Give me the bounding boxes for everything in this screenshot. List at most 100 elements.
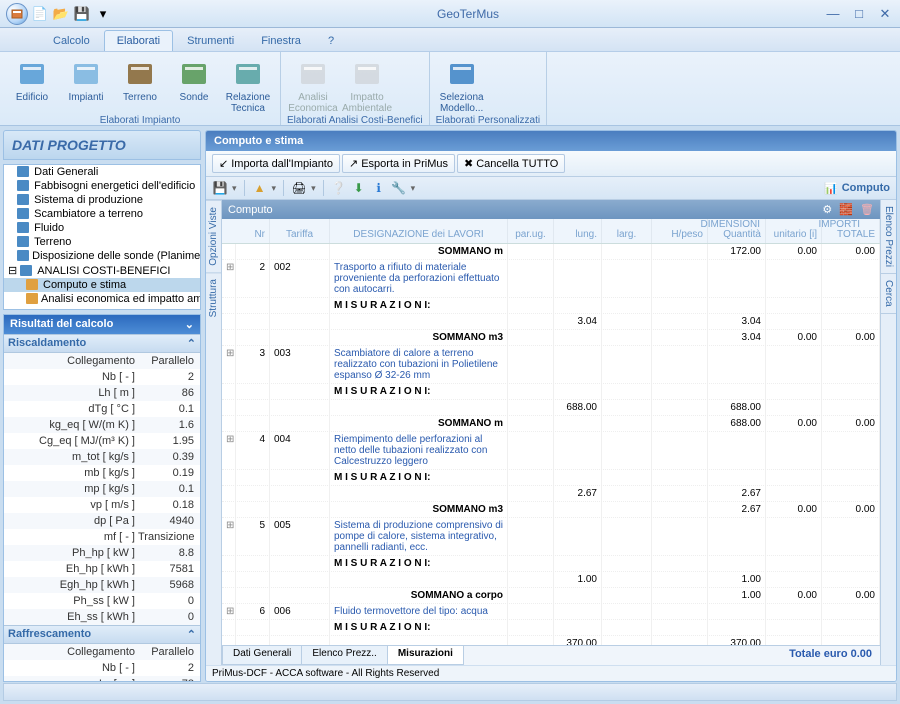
grid-body[interactable]: SOMMANO m172.000.000.00⊞2002Trasporto a … [222, 244, 880, 645]
check-icon[interactable]: ⬇ [351, 180, 367, 196]
quick-access-toolbar: 📄 📂 💾 ▾ [6, 3, 112, 25]
results-row: Nb [ - ]2 [4, 660, 200, 676]
bottom-tab[interactable]: Elenco Prezz.. [301, 646, 387, 665]
ribbon-button[interactable]: Relazione Tecnica [222, 54, 274, 115]
results-row: Eh_ss [ kWh ]0 [4, 609, 200, 625]
bottom-tab[interactable]: Misurazioni [387, 646, 464, 665]
side-tab[interactable]: Opzioni Viste [206, 200, 221, 272]
grid-row[interactable]: SOMMANO m688.000.000.00 [222, 416, 880, 432]
sheet-header: Computo ⚙ 🧱 🗑 [222, 200, 880, 219]
ribbon-tab[interactable]: ? [315, 30, 347, 51]
grid-row[interactable]: M I S U R A Z I O N I: [222, 470, 880, 486]
results-row: Eh_hp [ kWh ]7581 [4, 561, 200, 577]
results-section-header[interactable]: Riscaldamento⌃ [4, 334, 200, 353]
qat-dropdown-icon[interactable]: ▾ [94, 5, 112, 23]
app-orb[interactable] [6, 3, 28, 25]
grid-row[interactable]: 2.672.67 [222, 486, 880, 502]
sheet-tree-icon[interactable]: 🧱 [839, 204, 853, 216]
ribbon-tab[interactable]: Strumenti [174, 30, 247, 51]
project-tree[interactable]: Dati Generali Fabbisogni energetici dell… [3, 164, 201, 310]
results-row: m_tot [ kg/s ]0.39 [4, 449, 200, 465]
qat-new-icon[interactable]: 📄 [31, 5, 49, 23]
grid-row[interactable]: ⊞2002Trasporto a rifiuto di materiale pr… [222, 260, 880, 298]
toolbar-button[interactable]: ✖Cancella TUTTO [457, 154, 565, 173]
results-row: Nb [ - ]2 [4, 369, 200, 385]
results-collapse-icon[interactable]: ⌄ [185, 318, 194, 331]
qat-save-icon[interactable]: 💾 [73, 5, 91, 23]
sheet-delete-icon[interactable]: 🗑 [860, 204, 874, 216]
chart-icon: 📊 [824, 182, 838, 195]
results-row: dp [ Pa ]4940 [4, 513, 200, 529]
grid-row[interactable]: ⊞5005Sistema di produzione comprensivo d… [222, 518, 880, 556]
ribbon-tabs: CalcoloElaboratiStrumentiFinestra? [0, 28, 900, 52]
section-collapse-icon[interactable]: ⌃ [187, 337, 196, 350]
tree-node[interactable]: Disposizione delle sonde (Planimetria) [4, 249, 200, 263]
grid-row[interactable]: 688.00688.00 [222, 400, 880, 416]
grid-row[interactable]: M I S U R A Z I O N I: [222, 298, 880, 314]
minimize-button[interactable]: — [824, 6, 842, 22]
side-tab[interactable]: Elenco Prezzi [881, 200, 896, 274]
ribbon-tab[interactable]: Calcolo [40, 30, 103, 51]
toolbar-button[interactable]: ↗Esporta in PriMus [342, 154, 455, 173]
toolbar-button[interactable]: ↙Importa dall'Impianto [212, 154, 340, 173]
grid-row[interactable]: 3.043.04 [222, 314, 880, 330]
section-collapse-icon[interactable]: ⌃ [187, 628, 196, 641]
bottom-tab[interactable]: Dati Generali [222, 646, 302, 665]
grid-row[interactable]: SOMMANO m33.040.000.00 [222, 330, 880, 346]
side-tab[interactable]: Cerca [881, 274, 896, 314]
results-grid[interactable]: Riscaldamento⌃CollegamentoParalleloNb [ … [4, 334, 200, 681]
results-section-header[interactable]: Raffrescamento⌃ [4, 625, 200, 644]
ribbon-button: Analisi Economica [287, 54, 339, 115]
grid-row[interactable]: 1.001.00 [222, 572, 880, 588]
tool-icon[interactable]: 🔧 [391, 180, 407, 196]
tree-node[interactable]: Sistema di produzione [4, 193, 200, 207]
grid-row[interactable]: 370.00370.00 [222, 636, 880, 645]
tree-node[interactable]: Analisi economica ed impatto ambientale [4, 292, 200, 306]
ribbon-button[interactable]: Edificio [6, 54, 58, 115]
grid-row[interactable]: M I S U R A Z I O N I: [222, 556, 880, 572]
grid-row[interactable]: M I S U R A Z I O N I: [222, 384, 880, 400]
tree-node[interactable]: Scambiatore a terreno [4, 207, 200, 221]
tree-node[interactable]: Fluido [4, 221, 200, 235]
main-area: DATI PROGETTO Dati Generali Fabbisogni e… [3, 130, 897, 682]
grid-row[interactable]: M I S U R A Z I O N I: [222, 620, 880, 636]
grid-row[interactable]: SOMMANO m172.000.000.00 [222, 244, 880, 260]
results-row: Lc [ m ]78 [4, 676, 200, 681]
warning-icon[interactable]: ▲ [252, 180, 268, 196]
grid-row[interactable]: ⊞6006Fluido termovettore del tipo: acqua [222, 604, 880, 620]
ribbon-button[interactable]: Sonde [168, 54, 220, 115]
results-row: Ph_ss [ kW ]0 [4, 593, 200, 609]
print-icon[interactable]: 🖨 [291, 180, 307, 196]
info-icon[interactable]: ℹ [371, 180, 387, 196]
ribbon-button: Impatto Ambientale [341, 54, 393, 115]
tree-node[interactable]: Dati Generali [4, 165, 200, 179]
ribbon-tab[interactable]: Elaborati [104, 30, 173, 51]
icon-toolbar: 💾▾ ▲▾ 🖨▾ ❔ ⬇ ℹ 🔧▾ 📊 Computo [206, 177, 896, 200]
results-row: CollegamentoParallelo [4, 353, 200, 369]
ribbon-button[interactable]: Seleziona Modello... [436, 54, 488, 115]
sheet-right-tabs: Elenco PrezziCerca [880, 200, 896, 665]
grid-row[interactable]: SOMMANO m32.670.000.00 [222, 502, 880, 518]
panel-title: Computo e stima [206, 131, 896, 151]
maximize-button[interactable]: □ [850, 6, 868, 22]
sheet-gear-icon[interactable]: ⚙ [822, 204, 832, 216]
results-row: mp [ kg/s ]0.1 [4, 481, 200, 497]
tree-node[interactable]: ⊟ ANALISI COSTI-BENEFICI [4, 263, 200, 278]
ribbon-tab[interactable]: Finestra [248, 30, 314, 51]
qat-open-icon[interactable]: 📂 [52, 5, 70, 23]
side-tab[interactable]: Struttura [206, 272, 221, 323]
ribbon-button[interactable]: Terreno [114, 54, 166, 115]
help-icon[interactable]: ❔ [331, 180, 347, 196]
window-title: GeoTerMus [112, 7, 824, 21]
tree-node[interactable]: Fabbisogni energetici dell'edificio [4, 179, 200, 193]
save-icon[interactable]: 💾 [212, 180, 228, 196]
grid-row[interactable]: SOMMANO a corpo1.000.000.00 [222, 588, 880, 604]
ribbon-button[interactable]: Impianti [60, 54, 112, 115]
sheet-area: Opzioni VisteStruttura Computo ⚙ 🧱 🗑 Nr … [206, 200, 896, 665]
tree-node[interactable]: Computo e stima [4, 278, 200, 292]
close-button[interactable]: ✕ [876, 6, 894, 22]
tree-node[interactable]: Terreno [4, 235, 200, 249]
grid-row[interactable]: ⊞3003Scambiatore di calore a terreno rea… [222, 346, 880, 384]
results-row: kg_eq [ W/(m K) ]1.6 [4, 417, 200, 433]
grid-row[interactable]: ⊞4004Riempimento delle perforazioni al n… [222, 432, 880, 470]
